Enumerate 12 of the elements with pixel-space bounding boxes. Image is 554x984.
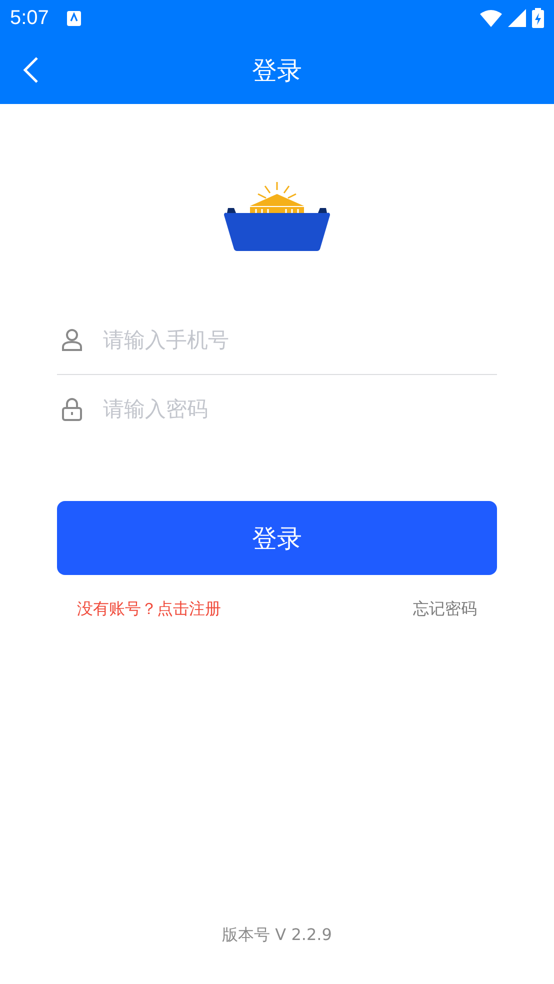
signal-icon — [508, 9, 526, 27]
page-title: 登录 — [252, 54, 302, 86]
wifi-icon — [480, 10, 502, 26]
status-time: 5:07 — [10, 6, 49, 30]
battery-icon — [532, 8, 544, 28]
register-link[interactable]: 没有账号？点击注册 — [77, 599, 221, 620]
user-icon — [61, 328, 83, 352]
lock-icon — [61, 397, 83, 421]
login-button[interactable]: 登录 — [57, 501, 497, 575]
notification-icon — [66, 10, 81, 26]
version-text: 版本号 V 2.2.9 — [222, 925, 332, 946]
forgot-password-link[interactable]: 忘记密码 — [413, 599, 477, 620]
